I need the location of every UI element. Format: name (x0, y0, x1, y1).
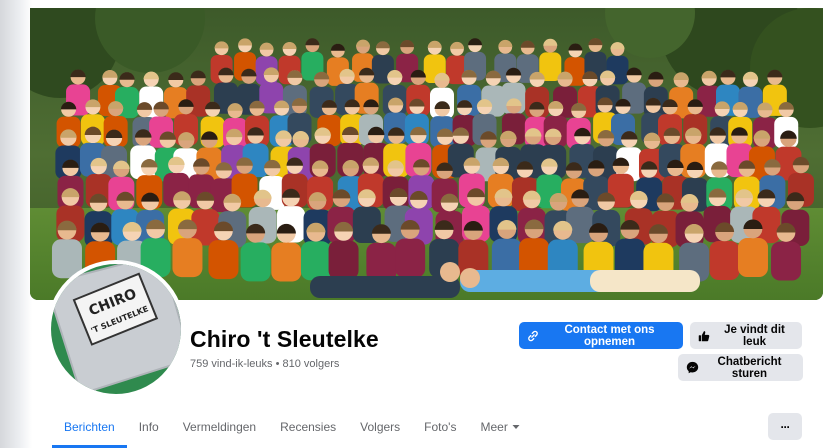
message-button-label: Chatbericht sturen (717, 355, 782, 380)
more-options-button[interactable]: ··· (768, 413, 802, 440)
like-button[interactable]: Je vindt dit leuk (690, 322, 802, 349)
tab-vermeldingen[interactable]: Vermeldingen (171, 412, 268, 448)
contact-button-label: Contact met ons opnemen (564, 323, 655, 348)
tab-fotos[interactable]: Foto's (412, 412, 468, 448)
like-button-label: Je vindt dit leuk (724, 323, 785, 348)
tab-meer-label: Meer (480, 420, 508, 434)
page-tabs: Berichten Info Vermeldingen Recensies Vo… (52, 412, 532, 448)
header-divider (52, 404, 823, 405)
link-icon (528, 330, 538, 341)
page-stats: 759 vind-ik-leuks • 810 volgers (190, 358, 340, 370)
messenger-icon (686, 361, 699, 374)
tab-info[interactable]: Info (127, 412, 171, 448)
cover-photo[interactable] (30, 8, 823, 300)
page-title: Chiro 't Sleutelke (190, 326, 379, 352)
message-button[interactable]: Chatbericht sturen (678, 354, 803, 381)
contact-button[interactable]: Contact met ons opnemen (519, 322, 683, 349)
tab-recensies[interactable]: Recensies (268, 412, 348, 448)
tab-volgers[interactable]: Volgers (348, 412, 412, 448)
left-shadow (0, 0, 32, 448)
tab-berichten[interactable]: Berichten (52, 412, 127, 448)
caret-down-icon (512, 425, 520, 429)
tab-meer[interactable]: Meer (468, 412, 531, 448)
ellipsis-icon: ··· (780, 419, 791, 434)
thumbs-up-icon (698, 330, 710, 341)
facebook-page: CHIRO 'T SLEUTELKE Chiro 't Sleutelke 75… (0, 0, 823, 448)
profile-avatar[interactable]: CHIRO 'T SLEUTELKE (51, 264, 181, 394)
